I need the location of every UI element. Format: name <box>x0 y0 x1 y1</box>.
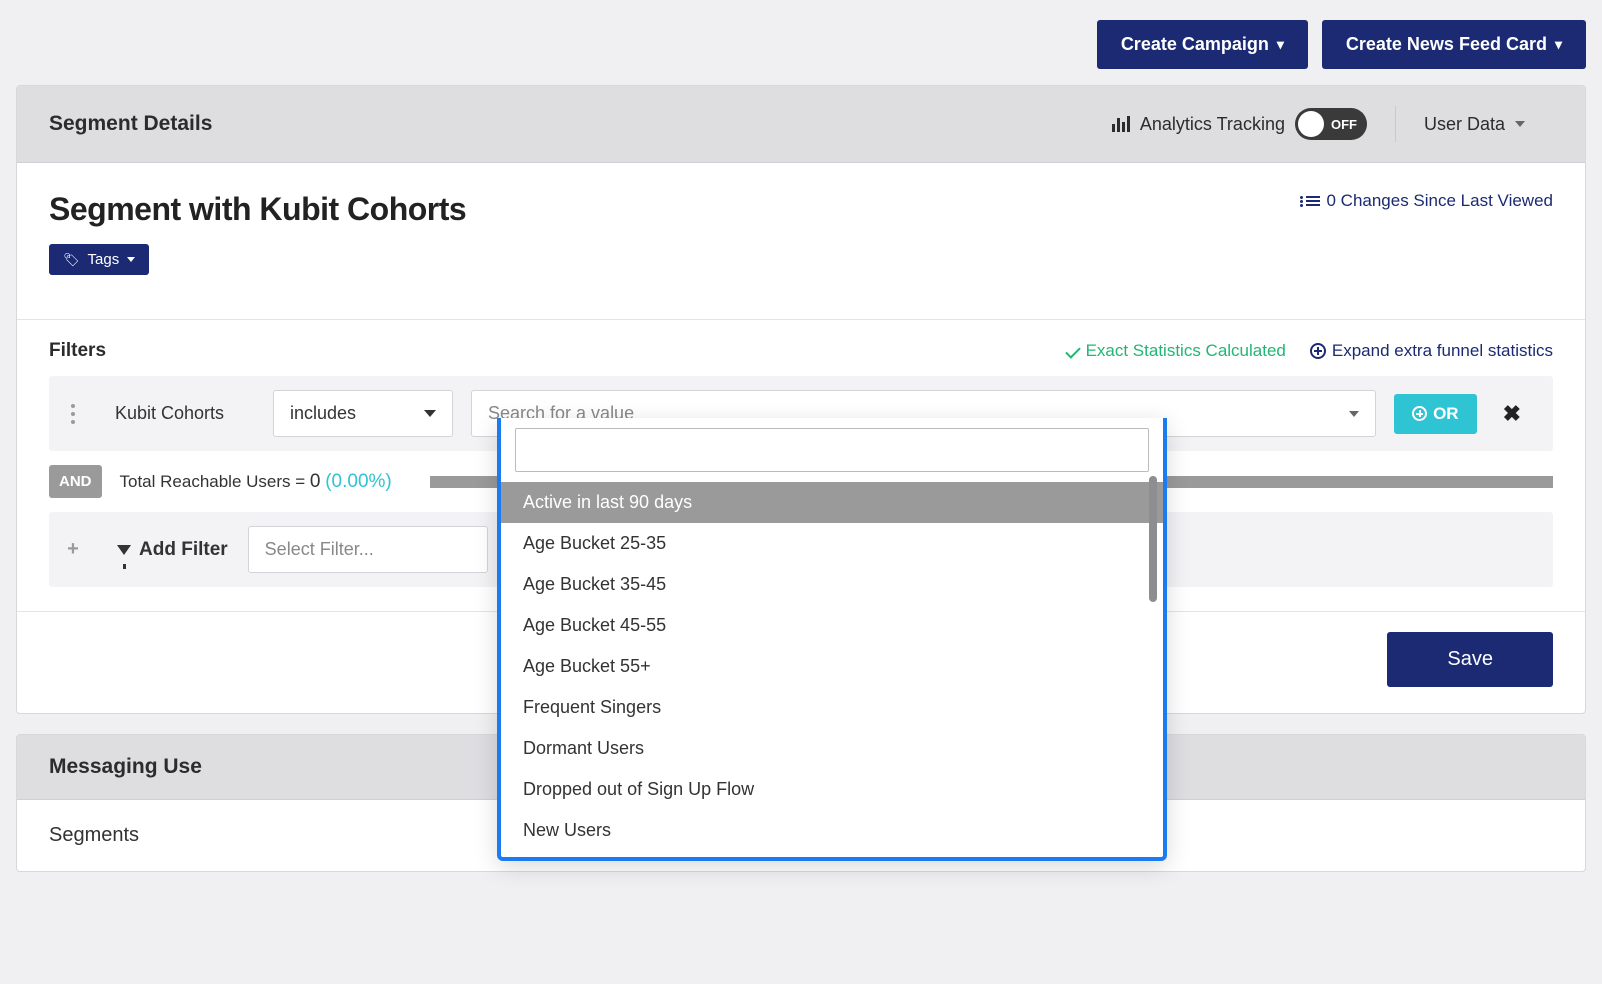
add-filter-label: Add Filter <box>117 539 228 561</box>
top-action-bar: Create Campaign ▾ Create News Feed Card … <box>16 20 1586 69</box>
create-news-feed-label: Create News Feed Card <box>1346 34 1547 55</box>
or-button[interactable]: OR <box>1394 394 1477 434</box>
plus-circle-icon <box>1310 343 1326 359</box>
chevron-down-icon: ▾ <box>1555 36 1562 53</box>
or-label: OR <box>1433 404 1459 424</box>
reach-label: Total Reachable Users = <box>120 472 306 491</box>
dropdown-option[interactable]: Dropped out of Sign Up Flow <box>501 769 1163 810</box>
reach-value: 0 <box>310 471 321 492</box>
stats-links: Exact Statistics Calculated Expand extra… <box>1066 341 1553 361</box>
dropdown-option[interactable]: Dormant Users <box>501 728 1163 769</box>
dropdown-search-wrap <box>501 418 1163 482</box>
chevron-down-icon <box>127 257 135 262</box>
dropdown-option[interactable]: Age Bucket 35-45 <box>501 564 1163 605</box>
select-filter-dropdown[interactable]: Select Filter... <box>248 526 488 573</box>
value-dropdown-panel: Active in last 90 daysAge Bucket 25-35Ag… <box>497 418 1167 861</box>
check-icon <box>1065 343 1081 359</box>
expand-funnel-text: Expand extra funnel statistics <box>1332 341 1553 361</box>
select-filter-placeholder: Select Filter... <box>265 539 374 559</box>
exact-stats-status: Exact Statistics Calculated <box>1066 341 1286 361</box>
user-data-label: User Data <box>1424 114 1505 135</box>
remove-filter-button[interactable]: ✖ <box>1495 401 1529 427</box>
filters-head: Filters Exact Statistics Calculated Expa… <box>49 340 1553 362</box>
changes-link[interactable]: 0 Changes Since Last Viewed <box>1306 191 1553 211</box>
analytics-label: Analytics Tracking <box>1140 114 1285 135</box>
dropdown-search-input[interactable] <box>515 428 1149 472</box>
plus-circle-icon <box>1412 406 1427 421</box>
tags-label: Tags <box>88 251 120 268</box>
operator-select[interactable]: includes <box>273 390 453 437</box>
reachable-users-text: Total Reachable Users = 0 (0.00%) <box>120 471 392 493</box>
card-body: Segment with Kubit Cohorts 0 Changes Sin… <box>17 163 1585 295</box>
save-button[interactable]: Save <box>1387 632 1553 687</box>
analytics-toggle[interactable]: OFF <box>1295 108 1367 140</box>
analytics-tracking-section: Analytics Tracking OFF <box>1084 106 1395 142</box>
dropdown-option[interactable]: Age Bucket 45-55 <box>501 605 1163 646</box>
drag-handle[interactable] <box>49 404 97 424</box>
user-data-dropdown[interactable]: User Data <box>1395 106 1553 142</box>
dropdown-list: Active in last 90 daysAge Bucket 25-35Ag… <box>501 482 1163 851</box>
create-campaign-label: Create Campaign <box>1121 34 1269 55</box>
operator-value: includes <box>290 403 356 424</box>
bar-chart-icon <box>1112 116 1130 132</box>
funnel-icon <box>117 545 131 555</box>
chevron-down-icon: ▾ <box>1277 36 1284 53</box>
tag-icon <box>63 251 80 268</box>
dropdown-option[interactable]: Active in last 90 days <box>501 482 1163 523</box>
toggle-state: OFF <box>1331 117 1357 132</box>
tags-button[interactable]: Tags <box>49 244 149 275</box>
expand-funnel-link[interactable]: Expand extra funnel statistics <box>1310 341 1553 361</box>
dropdown-option[interactable]: New Users <box>501 810 1163 851</box>
add-filter-plus-button[interactable]: + <box>49 538 97 561</box>
segment-title: Segment with Kubit Cohorts <box>49 191 466 228</box>
caret-down-icon <box>424 410 436 417</box>
exact-stats-text: Exact Statistics Calculated <box>1086 341 1286 361</box>
filter-name: Kubit Cohorts <box>115 403 255 424</box>
add-filter-text: Add Filter <box>139 539 228 561</box>
toggle-knob <box>1298 111 1324 137</box>
dropdown-option[interactable]: Frequent Singers <box>501 687 1163 728</box>
header-right: Analytics Tracking OFF User Data <box>1084 106 1553 142</box>
reach-pct: (0.00%) <box>325 471 392 492</box>
dropdown-option[interactable]: Age Bucket 25-35 <box>501 523 1163 564</box>
and-badge: AND <box>49 465 102 498</box>
segment-card-header: Segment Details Analytics Tracking OFF U… <box>17 86 1585 163</box>
create-news-feed-button[interactable]: Create News Feed Card ▾ <box>1322 20 1586 69</box>
card-title: Segment Details <box>49 112 212 136</box>
chevron-down-icon <box>1349 411 1359 417</box>
create-campaign-button[interactable]: Create Campaign ▾ <box>1097 20 1308 69</box>
list-icon <box>1306 196 1320 206</box>
title-row: Segment with Kubit Cohorts 0 Changes Sin… <box>49 191 1553 228</box>
dropdown-scrollbar[interactable] <box>1149 476 1157 602</box>
dropdown-option[interactable]: Age Bucket 55+ <box>501 646 1163 687</box>
changes-link-text: 0 Changes Since Last Viewed <box>1326 191 1553 211</box>
chevron-down-icon <box>1515 121 1525 127</box>
filters-heading: Filters <box>49 340 106 362</box>
